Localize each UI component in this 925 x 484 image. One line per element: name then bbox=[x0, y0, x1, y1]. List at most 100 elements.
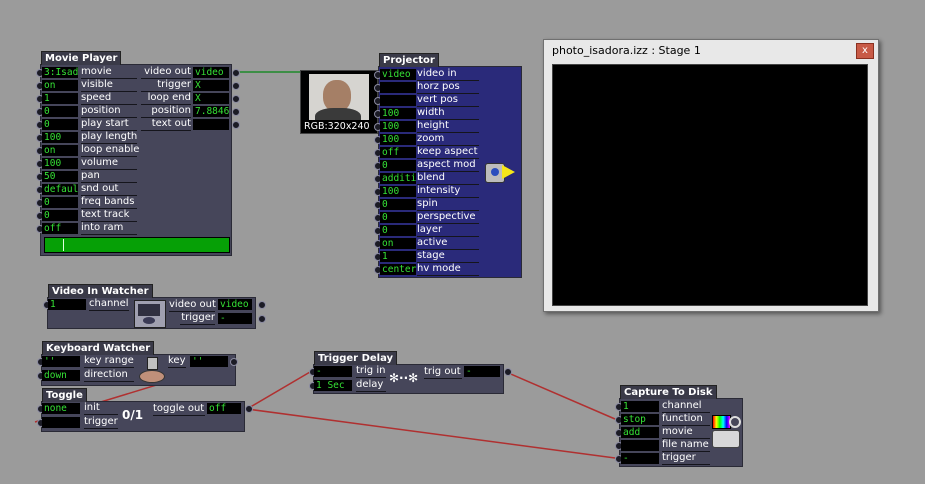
movie-player-input-value[interactable]: 0 bbox=[42, 210, 78, 221]
toggle-out-port[interactable] bbox=[245, 405, 253, 413]
movie-player-input-value[interactable]: 50 bbox=[42, 171, 78, 182]
delay-to-capture-cord[interactable] bbox=[505, 371, 616, 420]
projector-input-value[interactable]: 0 bbox=[380, 212, 416, 223]
movie-player-input-value[interactable]: default bbox=[42, 184, 78, 195]
projector-input-value[interactable]: additive bbox=[380, 173, 416, 184]
projector-input-label: intensity bbox=[417, 185, 479, 198]
trigger-label: trigger bbox=[84, 416, 118, 429]
video-out-label: video out bbox=[169, 299, 216, 312]
movie-player-input-label: snd out bbox=[81, 183, 137, 196]
capture-input-label: function bbox=[662, 413, 710, 426]
movie-player-actor[interactable]: Movie Player 3:Isadoramovieonvisible1spe… bbox=[36, 51, 240, 256]
projector-input-label: width bbox=[417, 107, 479, 120]
projector-input-value[interactable]: 100 bbox=[380, 121, 416, 132]
close-icon[interactable]: x bbox=[856, 43, 874, 59]
movie-player-output-port[interactable] bbox=[232, 82, 240, 90]
movie-player-input-value[interactable]: 3:Isadora bbox=[42, 67, 78, 78]
delay-value[interactable]: 1 Sec bbox=[314, 380, 352, 391]
movie-player-output-value bbox=[193, 119, 229, 130]
capture-input-value[interactable]: 1 bbox=[621, 401, 659, 412]
trigger-out-port[interactable] bbox=[258, 315, 266, 323]
capture-input-value[interactable]: stop bbox=[621, 414, 659, 425]
projector-input-value[interactable]: 1 bbox=[380, 251, 416, 262]
projector-input-value[interactable]: 100 bbox=[380, 108, 416, 119]
projector-input-label: layer bbox=[417, 224, 479, 237]
delay-icon: ✻··✻ bbox=[389, 371, 419, 385]
projector-input-label: spin bbox=[417, 198, 479, 211]
projector-input-value[interactable]: 0 bbox=[380, 160, 416, 171]
trig-in-value[interactable]: - bbox=[314, 366, 352, 377]
trigger-value[interactable] bbox=[42, 417, 80, 428]
movie-player-output-port[interactable] bbox=[232, 108, 240, 116]
stage-output-screen bbox=[552, 64, 868, 306]
capture-input-value[interactable]: add bbox=[621, 427, 659, 438]
capture-to-disk-title[interactable]: Capture To Disk bbox=[620, 385, 717, 399]
movie-player-input-value[interactable]: 100 bbox=[42, 158, 78, 169]
trigger-delay-actor[interactable]: Trigger Delay - trig in 1 Sec delay ✻··✻… bbox=[309, 351, 512, 394]
movie-player-input-value[interactable]: on bbox=[42, 80, 78, 91]
key-value: '' bbox=[190, 356, 228, 367]
direction-value[interactable]: down bbox=[42, 370, 80, 381]
projector-title[interactable]: Projector bbox=[379, 53, 439, 67]
movie-player-input-value[interactable]: 0 bbox=[42, 106, 78, 117]
key-label: key bbox=[168, 355, 186, 368]
projector-input-value[interactable]: off bbox=[380, 147, 416, 158]
movie-player-input-value[interactable]: 0 bbox=[42, 197, 78, 208]
movie-player-output-port[interactable] bbox=[232, 69, 240, 77]
toggle-title[interactable]: Toggle bbox=[42, 388, 87, 402]
capture-input-value[interactable] bbox=[621, 440, 659, 451]
trig-out-label: trig out bbox=[424, 366, 462, 379]
keyboard-watcher-title[interactable]: Keyboard Watcher bbox=[42, 341, 155, 355]
projector-input-value[interactable]: centered bbox=[380, 264, 416, 275]
video-out-port[interactable] bbox=[258, 301, 266, 309]
projector-input-label: hv mode bbox=[417, 263, 479, 276]
key-range-value[interactable]: '' bbox=[42, 356, 80, 367]
video-in-watcher-title[interactable]: Video In Watcher bbox=[48, 284, 153, 298]
movie-player-input-value[interactable]: 100 bbox=[42, 132, 78, 143]
camera-icon bbox=[134, 300, 166, 328]
projector-input-value[interactable]: 0 bbox=[380, 225, 416, 236]
trig-out-value: - bbox=[464, 366, 500, 377]
movie-player-output-port[interactable] bbox=[232, 95, 240, 103]
movie-player-title[interactable]: Movie Player bbox=[41, 51, 122, 65]
movie-player-input-label: play length bbox=[81, 131, 138, 144]
capture-input-value[interactable]: - bbox=[621, 453, 659, 464]
capture-input-label: file name bbox=[662, 439, 710, 452]
capture-input-label: channel bbox=[662, 400, 710, 413]
movie-player-input-value[interactable]: off bbox=[42, 223, 78, 234]
movie-player-output-port[interactable] bbox=[232, 121, 240, 129]
projector-input-value[interactable]: 100 bbox=[380, 186, 416, 197]
video-in-watcher-actor[interactable]: Video In Watcher 1 channel video out vid… bbox=[43, 284, 266, 329]
toggle-actor[interactable]: Toggle none init trigger 0/1 toggle out … bbox=[37, 388, 253, 432]
projector-input-value[interactable]: on bbox=[380, 238, 416, 249]
movie-player-input-value[interactable]: 0 bbox=[42, 119, 78, 130]
projector-input-label: blend bbox=[417, 172, 479, 185]
toggle-to-capture-cord[interactable] bbox=[246, 408, 616, 459]
movie-player-input-value[interactable]: 1 bbox=[42, 93, 78, 104]
projector-input-label: video in bbox=[417, 68, 479, 81]
projector-input-value[interactable] bbox=[380, 95, 416, 106]
movie-player-input-label: text track bbox=[81, 209, 137, 222]
capture-to-disk-actor[interactable]: Capture To Disk 1 channel stop function add m… bbox=[615, 385, 743, 467]
trigger-delay-title[interactable]: Trigger Delay bbox=[314, 351, 398, 365]
toggle-out-label: toggle out bbox=[153, 403, 205, 416]
channel-value[interactable]: 1 bbox=[48, 299, 86, 310]
projector-input-label: horz pos bbox=[417, 81, 479, 94]
projector-actor[interactable]: Projector video video in horz pos vert pos 1… bbox=[374, 53, 522, 278]
trig-out-port[interactable] bbox=[504, 368, 512, 376]
movie-player-input-label: pan bbox=[81, 170, 137, 183]
projector-input-value[interactable]: 100 bbox=[380, 134, 416, 145]
key-out-port[interactable] bbox=[230, 358, 238, 366]
projector-input-value[interactable]: video bbox=[380, 69, 416, 80]
keyboard-watcher-actor[interactable]: Keyboard Watcher '' key range down direc… bbox=[37, 341, 238, 386]
movie-player-output-value: 7.8846 bbox=[193, 106, 229, 117]
projector-input-value[interactable]: 0 bbox=[380, 199, 416, 210]
stage-window[interactable]: photo_isadora.izz : Stage 1 x bbox=[543, 39, 879, 312]
movie-player-input-value[interactable]: on bbox=[42, 145, 78, 156]
movie-player-output-value: video bbox=[193, 67, 229, 78]
init-value[interactable]: none bbox=[42, 403, 80, 414]
movie-player-progress bbox=[44, 237, 230, 253]
projector-input-value[interactable] bbox=[380, 82, 416, 93]
toggle-to-delay-cord[interactable] bbox=[246, 371, 311, 410]
movie-player-input-label: position bbox=[81, 105, 137, 118]
